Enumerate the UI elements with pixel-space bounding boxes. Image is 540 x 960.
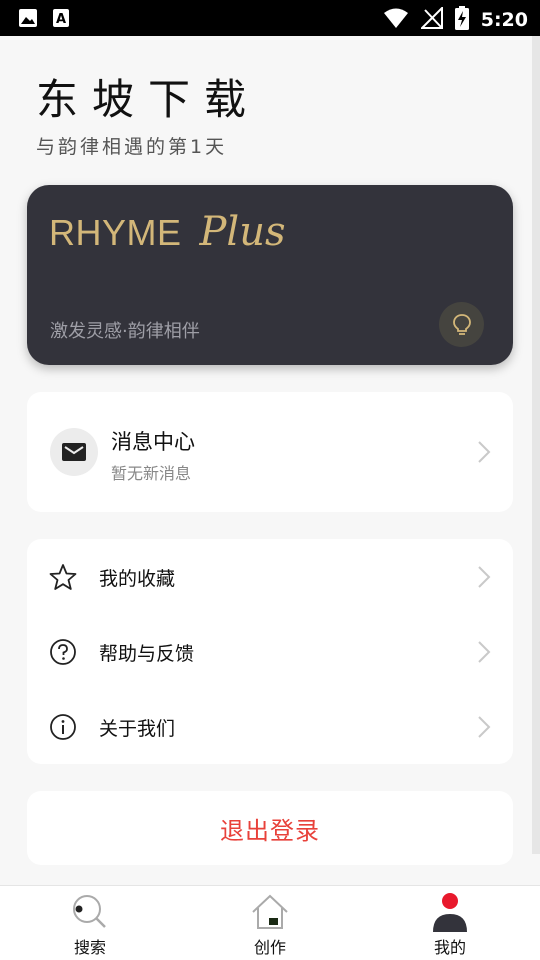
tab-create[interactable]: 创作 <box>180 886 360 960</box>
menu-item-label: 关于我们 <box>99 718 176 740</box>
clock: 5:20 <box>480 9 528 31</box>
scrollbar[interactable] <box>532 36 540 854</box>
tab-label: 搜索 <box>73 938 106 957</box>
status-bar: A 5:20 <box>0 0 540 36</box>
bottom-nav: 搜索 创作 我的 <box>0 885 540 960</box>
rhyme-plus-card[interactable]: RHYME Plus 激发灵感·韵律相伴 <box>27 185 513 365</box>
tab-search[interactable]: 搜索 <box>0 886 180 960</box>
plus-brand-plus: Plus <box>199 209 286 255</box>
question-icon <box>50 639 76 665</box>
wifi-icon <box>383 7 409 33</box>
page-title: 东坡下载 <box>36 75 261 124</box>
chevron-right-icon <box>478 441 491 463</box>
menu-item-favorites[interactable]: 我的收藏 <box>27 539 513 614</box>
star-icon <box>49 564 77 590</box>
logout-label: 退出登录 <box>220 816 320 845</box>
logout-button[interactable]: 退出登录 <box>27 791 513 865</box>
home-icon <box>252 894 288 929</box>
plus-tagline: 激发灵感·韵律相伴 <box>50 321 200 342</box>
no-signal-icon <box>419 5 443 33</box>
plus-brand: RHYME Plus <box>49 209 286 255</box>
tab-label: 创作 <box>253 938 286 957</box>
chevron-right-icon <box>478 716 491 738</box>
search-icon <box>73 895 106 928</box>
battery-charging-icon <box>454 6 469 34</box>
message-center-title: 消息中心 <box>111 430 195 454</box>
menu-item-label: 我的收藏 <box>99 568 176 590</box>
menu-item-about[interactable]: 关于我们 <box>27 689 513 764</box>
menu-card: 我的收藏 帮助与反馈 关于我们 <box>27 539 513 764</box>
info-icon <box>50 714 76 740</box>
tab-mine[interactable]: 我的 <box>360 886 540 960</box>
menu-item-help[interactable]: 帮助与反馈 <box>27 614 513 689</box>
image-notification-icon <box>18 8 38 32</box>
message-center-subtitle: 暂无新消息 <box>111 464 192 483</box>
tab-label: 我的 <box>433 938 466 957</box>
menu-item-label: 帮助与反馈 <box>99 643 195 665</box>
chevron-right-icon <box>478 566 491 588</box>
a-notification-icon: A <box>52 8 70 32</box>
profile-icon <box>433 893 467 932</box>
chevron-right-icon <box>478 641 491 663</box>
svg-text:A: A <box>56 12 66 27</box>
plus-brand-text: RHYME <box>49 212 182 253</box>
message-center-row[interactable]: 消息中心 暂无新消息 <box>27 392 513 512</box>
mail-icon <box>50 428 98 476</box>
page-subtitle: 与韵律相遇的第1天 <box>36 136 228 158</box>
lightbulb-icon[interactable] <box>439 302 484 347</box>
